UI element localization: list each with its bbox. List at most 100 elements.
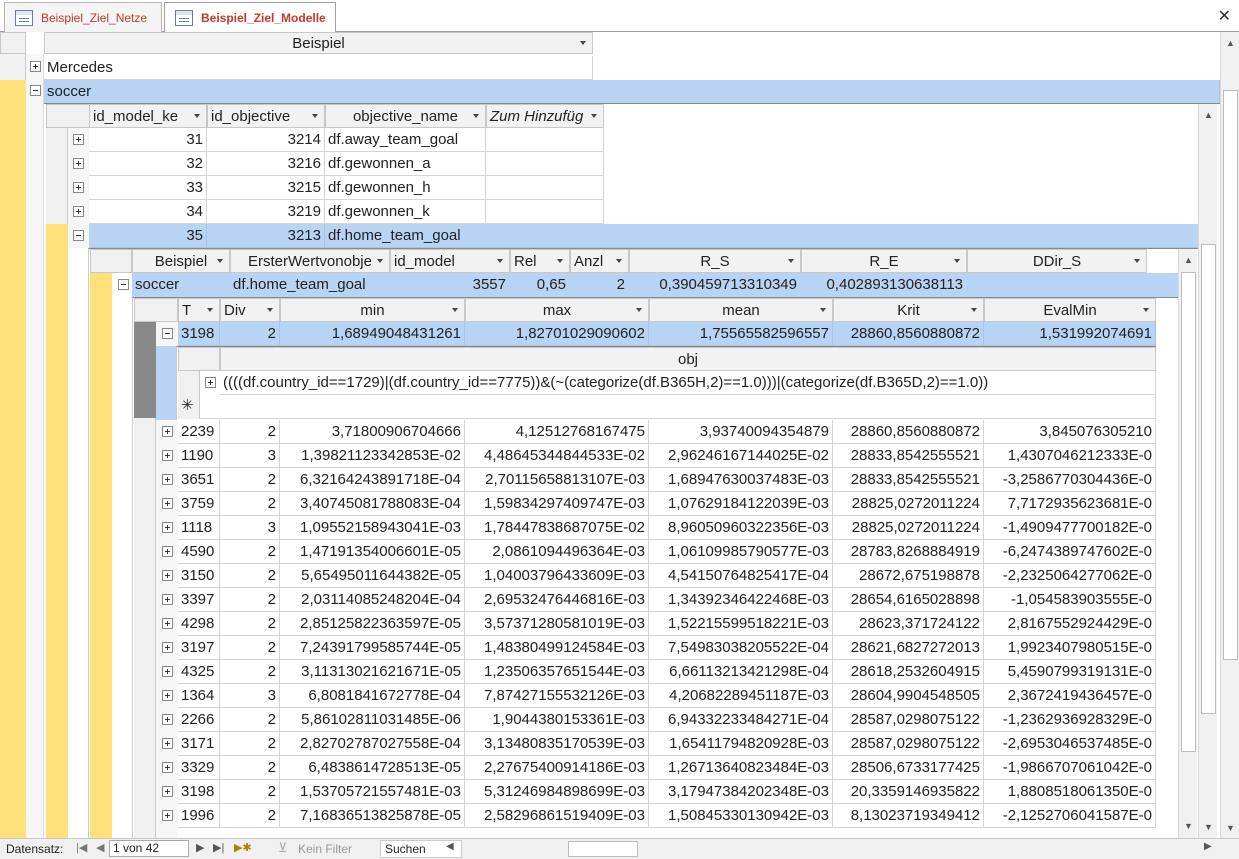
model-id-cell[interactable]: 31	[89, 128, 207, 152]
chevron-down-icon[interactable]	[591, 114, 597, 118]
value-cell[interactable]: 3651	[178, 468, 220, 492]
value-cell[interactable]: 3,845076305210	[984, 420, 1156, 444]
objective-id-cell[interactable]: 3219	[207, 200, 325, 224]
chevron-down-icon[interactable]	[207, 308, 213, 312]
value-cell[interactable]: 1,09552158943041E-03	[280, 516, 465, 540]
value-cell[interactable]: 28783,8268884919	[833, 540, 984, 564]
expand-icon[interactable]	[73, 206, 84, 217]
value-cell[interactable]: 3,17947384202348E-03	[649, 780, 833, 804]
value-cell[interactable]: 2,3672419436457E-0	[984, 684, 1156, 708]
objective-name-cell[interactable]: df.home_team_goal	[325, 224, 1199, 248]
column-header-rel[interactable]: Rel	[510, 249, 570, 273]
value-cell[interactable]: 1364	[178, 684, 220, 708]
value-cell[interactable]: 3,13480835170539E-03	[465, 732, 649, 756]
value-cell[interactable]: 1,65411794820928E-03	[649, 732, 833, 756]
expand-icon[interactable]	[162, 474, 173, 485]
expand-icon[interactable]	[162, 546, 173, 557]
column-header-obj[interactable]: obj	[220, 347, 1156, 371]
select-all-corner[interactable]	[134, 298, 178, 322]
scroll-up-icon[interactable]: ▲	[1180, 251, 1197, 268]
add-field-cell[interactable]	[486, 176, 604, 200]
value-cell[interactable]: 3150	[178, 564, 220, 588]
value-cell[interactable]: 4,48645344844533E-02	[465, 444, 649, 468]
value-cell[interactable]: 5,31246984898699E-03	[465, 780, 649, 804]
value-cell[interactable]: 3397	[178, 588, 220, 612]
record-number-input[interactable]: 1 von 42	[109, 840, 189, 857]
model-id-cell[interactable]: 33	[89, 176, 207, 200]
value-cell[interactable]: 3,11313021621671E-05	[280, 660, 465, 684]
value-cell[interactable]: 28825,0272011224	[833, 516, 984, 540]
model-id-cell[interactable]: 34	[89, 200, 207, 224]
vertical-scrollbar[interactable]: ▲ ▼	[1220, 32, 1239, 838]
add-field-cell[interactable]	[486, 152, 604, 176]
column-header-evalmin[interactable]: EvalMin	[984, 298, 1156, 322]
add-field-cell[interactable]	[486, 128, 604, 152]
collapse-icon[interactable]	[73, 230, 84, 241]
chevron-down-icon[interactable]	[194, 114, 200, 118]
value-cell[interactable]: 28825,0272011224	[833, 492, 984, 516]
value-cell[interactable]: 2,82702787027558E-04	[280, 732, 465, 756]
value-cell[interactable]: 1,34392346422468E-03	[649, 588, 833, 612]
value-cell[interactable]: 1,06109985790577E-03	[649, 540, 833, 564]
column-header-min[interactable]: min	[280, 298, 465, 322]
collapse-icon[interactable]	[162, 328, 173, 339]
chevron-down-icon[interactable]	[473, 114, 479, 118]
expand-icon[interactable]	[162, 738, 173, 749]
chevron-down-icon[interactable]	[580, 41, 586, 45]
expand-icon[interactable]	[162, 786, 173, 797]
scroll-up-icon[interactable]: ▲	[1222, 34, 1239, 51]
value-cell[interactable]: 2	[220, 612, 280, 636]
value-cell[interactable]: 4298	[178, 612, 220, 636]
chevron-down-icon[interactable]	[820, 308, 826, 312]
first-record-icon[interactable]: |◀	[76, 841, 87, 854]
expand-icon[interactable]	[162, 666, 173, 677]
new-record-icon[interactable]: ▶✱	[234, 841, 252, 854]
value-cell[interactable]: 4590	[178, 540, 220, 564]
value-cell[interactable]: 6,66113213421298E-04	[649, 660, 833, 684]
value-cell[interactable]: 3198	[178, 780, 220, 804]
value-cell[interactable]: 2	[220, 468, 280, 492]
value-cell[interactable]: 2,8167552924429E-0	[984, 612, 1156, 636]
scroll-up-icon[interactable]: ▲	[1200, 106, 1217, 123]
vertical-scrollbar[interactable]: ▲ ▼	[1198, 104, 1217, 838]
value-cell[interactable]: 1,53705721557481E-03	[280, 780, 465, 804]
detail-cell[interactable]: 2	[570, 273, 629, 297]
obj-expression-cell[interactable]: ((((df.country_id==1729)|(df.country_id=…	[220, 371, 1156, 395]
value-cell[interactable]: 1996	[178, 804, 220, 828]
value-cell[interactable]: 4,54150764825417E-04	[649, 564, 833, 588]
value-cell[interactable]: 1,23506357651544E-03	[465, 660, 649, 684]
value-cell[interactable]: 6,4838614728513E-05	[280, 756, 465, 780]
scrollbar-thumb[interactable]	[1223, 90, 1238, 660]
column-header-id-model[interactable]: id_model	[390, 249, 510, 273]
value-cell[interactable]: 1,531992074691	[984, 322, 1156, 346]
value-cell[interactable]: 3198	[178, 322, 220, 346]
value-cell[interactable]: 3197	[178, 636, 220, 660]
value-cell[interactable]: -2,2325064277062E-0	[984, 564, 1156, 588]
scroll-right-icon[interactable]: ▶	[1204, 841, 1212, 852]
expand-icon[interactable]	[162, 498, 173, 509]
value-cell[interactable]: 5,86102811031485E-06	[280, 708, 465, 732]
scroll-down-icon[interactable]: ▼	[1200, 818, 1217, 835]
expand-icon[interactable]	[162, 594, 173, 605]
scroll-down-icon[interactable]: ▼	[1222, 819, 1239, 836]
model-id-cell[interactable]: 35	[89, 224, 207, 248]
value-cell[interactable]: 2	[220, 636, 280, 660]
value-cell[interactable]: 8,96050960322356E-03	[649, 516, 833, 540]
value-cell[interactable]: 2,69532476446816E-03	[465, 588, 649, 612]
detail-cell[interactable]	[967, 273, 1178, 297]
expand-icon[interactable]	[162, 618, 173, 629]
objective-name-cell[interactable]: df.gewonnen_k	[325, 200, 486, 224]
expand-icon[interactable]	[73, 158, 84, 169]
value-cell[interactable]: 6,32164243891718E-04	[280, 468, 465, 492]
value-cell[interactable]: 2,85125822363597E-05	[280, 612, 465, 636]
value-cell[interactable]: 2	[220, 732, 280, 756]
value-cell[interactable]: 2,96246167144025E-02	[649, 444, 833, 468]
value-cell[interactable]: 28621,6827272013	[833, 636, 984, 660]
value-cell[interactable]: 3,71800906704666	[280, 420, 465, 444]
chevron-down-icon[interactable]	[312, 114, 318, 118]
value-cell[interactable]: 1,68949048431261	[280, 322, 465, 346]
model-id-cell[interactable]: 32	[89, 152, 207, 176]
value-cell[interactable]: 1,75565582596557	[649, 322, 833, 346]
value-cell[interactable]: 28833,8542555521	[833, 444, 984, 468]
column-header-anzl[interactable]: Anzl	[570, 249, 629, 273]
